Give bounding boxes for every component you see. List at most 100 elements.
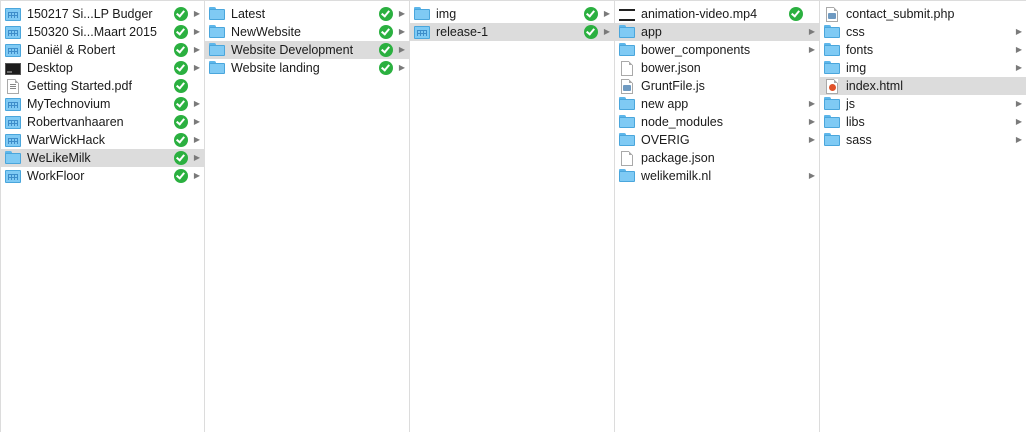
file-name: new app (641, 97, 689, 111)
column-2[interactable]: Latest ▶ NewWebsite ▶ Website Development ▶ We… (205, 1, 410, 432)
sync-check-icon (174, 115, 188, 129)
folder-icon (209, 7, 225, 21)
folder-icon (824, 25, 840, 39)
disclosure-arrow-icon: ▶ (808, 45, 816, 54)
file-row[interactable]: animation-video.mp4▶ (615, 5, 819, 23)
file-name: contact_submit.php (846, 7, 955, 21)
file-name: Getting Started.pdf (27, 79, 132, 93)
disclosure-arrow-icon: ▶ (193, 135, 201, 144)
disclosure-arrow-icon: ▶ (1015, 117, 1023, 126)
file-name: 150320 Si...Maart 2015 (27, 25, 157, 39)
file-name: sass (846, 133, 872, 147)
file-name: OVERIG (641, 133, 690, 147)
file-name: MyTechnovium (27, 97, 111, 111)
disclosure-arrow-icon: ▶ (808, 171, 816, 180)
folder-icon (209, 43, 225, 57)
folder-icon (824, 133, 840, 147)
video-file-icon (619, 8, 635, 21)
file-row[interactable]: Robertvanhaaren ▶ (1, 113, 204, 131)
file-row[interactable]: index.html▶ (820, 77, 1026, 95)
file-row[interactable]: libs ▶ (820, 113, 1026, 131)
file-name: NewWebsite (231, 25, 301, 39)
script-document-icon (826, 6, 838, 22)
project-folder-icon (5, 26, 21, 39)
sync-check-icon (379, 7, 393, 21)
sync-check-icon (789, 7, 803, 21)
sync-check-icon (379, 25, 393, 39)
file-row[interactable]: sass ▶ (820, 131, 1026, 149)
file-row[interactable]: GruntFile.js▶ (615, 77, 819, 95)
file-name: node_modules (641, 115, 724, 129)
sync-check-icon (174, 97, 188, 111)
file-row[interactable]: bower.json▶ (615, 59, 819, 77)
document-icon (621, 60, 633, 76)
file-row[interactable]: OVERIG ▶ (615, 131, 819, 149)
file-row[interactable]: app ▶ (615, 23, 819, 41)
file-row[interactable]: contact_submit.php▶ (820, 5, 1026, 23)
file-row[interactable]: Latest ▶ (205, 5, 409, 23)
disclosure-arrow-icon: ▶ (808, 27, 816, 36)
folder-icon (824, 97, 840, 111)
column-4[interactable]: animation-video.mp4▶app▶bower_components… (615, 1, 820, 432)
file-row[interactable]: Website Development ▶ (205, 41, 409, 59)
file-row[interactable]: 150217 Si...LP Budger ▶ (1, 5, 204, 23)
disclosure-arrow-icon: ▶ (808, 135, 816, 144)
folder-icon (619, 133, 635, 147)
folder-icon (619, 169, 635, 183)
folder-icon (619, 25, 635, 39)
file-row[interactable]: MyTechnovium ▶ (1, 95, 204, 113)
sync-check-icon (174, 25, 188, 39)
disclosure-arrow-icon: ▶ (1015, 63, 1023, 72)
file-row[interactable]: img ▶ (820, 59, 1026, 77)
file-row[interactable]: Desktop ▶ (1, 59, 204, 77)
column-1[interactable]: 150217 Si...LP Budger ▶ 150320 Si...Maart … (1, 1, 205, 432)
sync-check-icon (584, 7, 598, 21)
file-row[interactable]: welikemilk.nl ▶ (615, 167, 819, 185)
file-name: welikemilk.nl (641, 169, 712, 183)
project-folder-icon (5, 44, 21, 57)
file-name: 150217 Si...LP Budger (27, 7, 153, 21)
file-row[interactable]: package.json▶ (615, 149, 819, 167)
file-row[interactable]: WorkFloor ▶ (1, 167, 204, 185)
sync-check-icon (379, 61, 393, 75)
file-row[interactable]: release-1 ▶ (410, 23, 614, 41)
column-5[interactable]: contact_submit.php▶css▶fonts▶img▶index.h… (820, 1, 1026, 432)
file-row[interactable]: NewWebsite ▶ (205, 23, 409, 41)
column-3[interactable]: img ▶ release-1 ▶ (410, 1, 615, 432)
sync-check-icon (174, 169, 188, 183)
sync-check-icon (174, 43, 188, 57)
disclosure-arrow-icon: ▶ (1015, 135, 1023, 144)
disclosure-arrow-icon: ▶ (398, 45, 406, 54)
disclosure-arrow-icon: ▶ (193, 99, 201, 108)
file-row[interactable]: fonts ▶ (820, 41, 1026, 59)
file-row[interactable]: Getting Started.pdf▶ (1, 77, 204, 95)
file-row[interactable]: new app ▶ (615, 95, 819, 113)
file-row[interactable]: 150320 Si...Maart 2015 ▶ (1, 23, 204, 41)
file-name: Latest (231, 7, 266, 21)
disclosure-arrow-icon: ▶ (193, 171, 201, 180)
file-name: Daniël & Robert (27, 43, 116, 57)
folder-icon (209, 25, 225, 39)
file-name: bower.json (641, 61, 701, 75)
file-row[interactable]: WarWickHack ▶ (1, 131, 204, 149)
disclosure-arrow-icon: ▶ (1015, 27, 1023, 36)
file-name: Website Development (231, 43, 354, 57)
disclosure-arrow-icon: ▶ (193, 117, 201, 126)
file-row[interactable]: img ▶ (410, 5, 614, 23)
project-folder-icon (5, 134, 21, 147)
file-row[interactable]: css ▶ (820, 23, 1026, 41)
disclosure-arrow-icon: ▶ (398, 9, 406, 18)
disclosure-arrow-icon: ▶ (603, 27, 611, 36)
disclosure-arrow-icon: ▶ (398, 27, 406, 36)
disclosure-arrow-icon: ▶ (193, 27, 201, 36)
finder-column-browser: 150217 Si...LP Budger ▶ 150320 Si...Maart … (0, 0, 1026, 432)
file-row[interactable]: Website landing ▶ (205, 59, 409, 77)
file-row[interactable]: Daniël & Robert ▶ (1, 41, 204, 59)
file-row[interactable]: WeLikeMilk ▶ (1, 149, 204, 167)
disclosure-arrow-icon: ▶ (1015, 99, 1023, 108)
file-row[interactable]: node_modules ▶ (615, 113, 819, 131)
desktop-icon (5, 62, 21, 75)
folder-icon (414, 7, 430, 21)
file-row[interactable]: js ▶ (820, 95, 1026, 113)
file-row[interactable]: bower_components ▶ (615, 41, 819, 59)
